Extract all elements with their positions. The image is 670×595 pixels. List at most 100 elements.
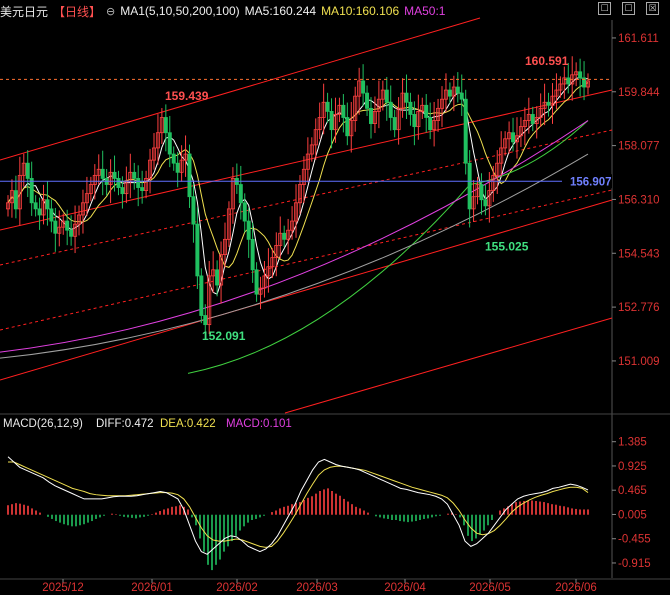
- candle-down: [479, 184, 484, 201]
- candle-down: [483, 199, 488, 207]
- candle-down: [384, 89, 389, 103]
- price-tick-label: 159.844: [618, 87, 660, 99]
- candle-down: [388, 101, 393, 118]
- price-tick-label: 158.077: [618, 141, 660, 153]
- diff-line: [7, 456, 589, 555]
- channel-line: [0, 199, 613, 381]
- candle-down: [329, 110, 334, 131]
- macd-tick-label: -0.915: [618, 558, 651, 570]
- candle-down: [13, 190, 18, 210]
- candle-down: [37, 208, 42, 216]
- candle-down: [136, 178, 141, 188]
- candle-down: [65, 220, 70, 231]
- candle-down: [171, 153, 176, 164]
- candle-down: [463, 98, 468, 164]
- candle-down: [254, 269, 259, 295]
- candle-down: [215, 269, 220, 286]
- date-tick-label: 2025/12: [42, 582, 84, 594]
- ma100-line: [0, 153, 589, 359]
- candle-down: [112, 171, 117, 179]
- date-tick-label: 2026/05: [469, 582, 511, 594]
- candle-down: [132, 171, 137, 179]
- candle-down: [116, 178, 121, 188]
- channel-line: [0, 189, 613, 331]
- candle-down: [167, 132, 172, 155]
- annotations: 159.439 152.091 155.025 160.591 156.907: [0, 54, 612, 343]
- macd-dea-value: DEA:0.422: [160, 418, 216, 430]
- candle-down: [33, 202, 38, 210]
- candle-down: [163, 117, 168, 134]
- candle-down: [408, 101, 413, 115]
- candle-down: [25, 162, 30, 179]
- candle-down: [45, 199, 50, 210]
- candle-down: [428, 117, 433, 131]
- candle-down: [412, 114, 417, 128]
- candle-down: [345, 117, 350, 137]
- price-axis: 161.611 159.844 158.077 156.310 154.543 152.7…: [612, 33, 660, 368]
- candles: [6, 56, 591, 340]
- candle-down: [69, 229, 74, 237]
- price-tick-label: 156.310: [618, 194, 660, 206]
- candle-down: [447, 89, 452, 97]
- candle-down: [49, 208, 54, 222]
- candle-down: [566, 77, 571, 85]
- candle-down: [404, 92, 409, 103]
- candle-down: [120, 187, 125, 195]
- dea-line: [8, 461, 589, 548]
- price-tick-label: 161.611: [618, 33, 659, 45]
- macd-tick-label: -0.455: [618, 534, 651, 546]
- candle-down: [175, 162, 180, 173]
- candle-down: [53, 220, 58, 234]
- candle-down: [530, 114, 535, 124]
- candle-down: [29, 178, 34, 204]
- date-tick-label: 2026/02: [216, 582, 258, 594]
- candle-down: [100, 168, 105, 179]
- candle-down: [546, 101, 551, 106]
- candle-down: [195, 223, 200, 277]
- date-tick-label: 2026/01: [131, 582, 173, 594]
- candle-down: [140, 187, 145, 192]
- high-label-2: 160.591: [525, 54, 569, 68]
- channel-line: [284, 317, 613, 414]
- date-tick-label: 2026/03: [296, 582, 338, 594]
- candle-down: [250, 238, 255, 271]
- candle-down: [238, 184, 243, 204]
- macd-label: MACD(26,12,9): [3, 418, 83, 430]
- macd-panel: 1.385 0.925 0.465 0.005 -0.455 -0.915: [7, 437, 651, 571]
- candle-down: [242, 202, 247, 222]
- macd-tick-label: 0.465: [618, 485, 647, 497]
- candle-down: [203, 315, 208, 326]
- candle-down: [424, 104, 429, 118]
- candle-down: [246, 220, 251, 240]
- candle-down: [199, 275, 204, 316]
- macd-diff-value: DIFF:0.472: [96, 418, 154, 430]
- candle-down: [361, 80, 366, 94]
- low-label-2: 155.025: [485, 240, 529, 254]
- date-tick-label: 2026/04: [384, 582, 426, 594]
- price-tick-label: 151.009: [618, 356, 660, 368]
- candle-down: [282, 232, 287, 240]
- candle-down: [392, 117, 397, 131]
- hline-value-label: 156.907: [570, 176, 612, 188]
- date-axis: 2025/12 2026/01 2026/02 2026/03 2026/04 2026/…: [42, 579, 597, 594]
- low-label-1: 152.091: [202, 329, 246, 343]
- date-tick-label: 2026/06: [555, 582, 597, 594]
- candle-down: [368, 107, 373, 124]
- candle-down: [578, 71, 583, 79]
- channel-line: [0, 17, 481, 161]
- price-chart[interactable]: 159.439 152.091 155.025 160.591 156.907 161.…: [0, 0, 670, 595]
- candle-down: [191, 196, 196, 225]
- price-tick-label: 154.543: [618, 248, 660, 260]
- candle-down: [455, 86, 460, 94]
- candle-down: [467, 162, 472, 210]
- macd-tick-label: 0.925: [618, 461, 647, 473]
- price-tick-label: 152.776: [618, 302, 660, 314]
- candle-down: [365, 92, 370, 109]
- candle-down: [459, 92, 464, 100]
- candle-down: [511, 132, 516, 143]
- high-label-1: 159.439: [165, 89, 209, 103]
- macd-tick-label: 0.005: [618, 509, 647, 521]
- candle-down: [187, 153, 192, 198]
- candle-down: [325, 101, 330, 112]
- macd-hist-value: MACD:0.101: [226, 418, 292, 430]
